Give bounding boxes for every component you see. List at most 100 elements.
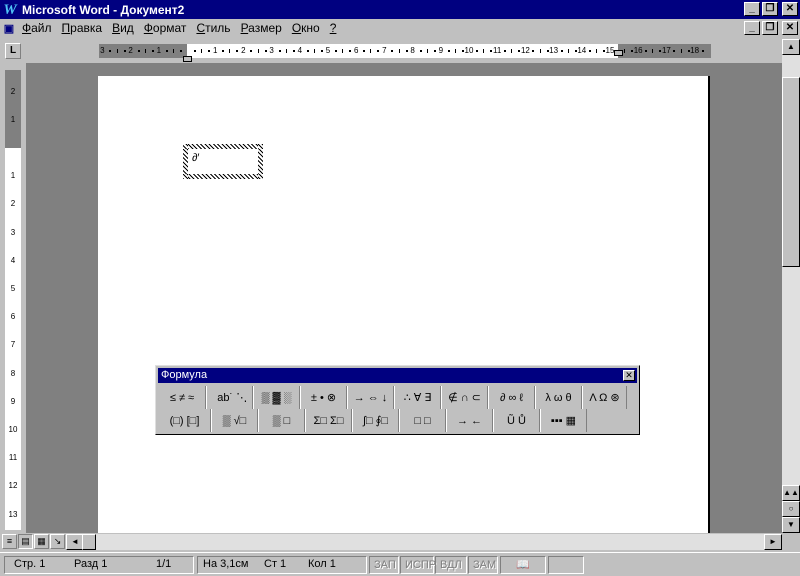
document-icon[interactable]: ▣ xyxy=(1,22,17,36)
greek-upper-palette-button[interactable]: Λ Ω ⊛ xyxy=(582,386,627,409)
hruler-dot xyxy=(595,49,597,53)
status-section: Разд 1 xyxy=(74,558,108,570)
hruler-dot xyxy=(137,50,140,52)
hruler-dot xyxy=(426,49,428,53)
hruler-dot xyxy=(419,50,422,52)
document-page[interactable]: ∂′ xyxy=(98,76,710,533)
formula-toolbar-close-icon[interactable]: ✕ xyxy=(623,370,635,381)
summation-templates-button[interactable]: Σ□ Σ□ xyxy=(305,409,352,432)
status-pages: 1/1 xyxy=(156,558,172,570)
equation-editor-object[interactable]: ∂′ xyxy=(183,144,263,179)
hruler-dot xyxy=(398,49,400,53)
spelling-status-icon[interactable]: 📖 xyxy=(500,556,546,574)
doc-restore-button[interactable]: ❐ xyxy=(762,21,778,35)
formula-toolbar[interactable]: Формула ✕ ≤ ≠ ≈ ab˙ ⋱ ▒ ▓ ░ ± • ⊗ → ⇔ ↓ … xyxy=(155,365,640,435)
hruler-dot xyxy=(511,49,513,53)
vruler-tick-label: 3 xyxy=(10,227,16,237)
master-document-view-button[interactable]: ↘ xyxy=(50,534,65,549)
doc-close-button[interactable]: ✕ xyxy=(782,21,798,35)
operators-palette-button[interactable]: ± • ⊗ xyxy=(300,386,347,409)
subscript-superscript-templates-button[interactable]: ▒ □ xyxy=(258,409,305,432)
hruler-dot xyxy=(349,50,352,52)
left-indent-marker[interactable] xyxy=(183,56,192,62)
hruler-tick-label: 4 xyxy=(297,46,303,55)
vertical-scroll-thumb[interactable] xyxy=(782,77,800,267)
document-workspace[interactable]: ∂′ xyxy=(26,63,782,533)
vruler-tick-label: 12 xyxy=(8,481,18,491)
status-rec[interactable]: ЗАП xyxy=(369,556,399,574)
page-layout-view-button[interactable]: ▤ xyxy=(18,534,33,549)
greek-lower-palette-button[interactable]: λ ω θ xyxy=(535,386,582,409)
spaces-ellipses-palette-button[interactable]: ab˙ ⋱ xyxy=(206,386,253,409)
hruler-dot xyxy=(335,50,338,52)
vruler-tick-label: 11 xyxy=(8,453,18,463)
menu-file[interactable]: Файл xyxy=(17,19,57,38)
hruler-dot xyxy=(588,50,591,52)
right-indent-marker[interactable] xyxy=(614,50,623,56)
menu-format[interactable]: Формат xyxy=(139,19,192,38)
formula-toolbar-title[interactable]: Формула ✕ xyxy=(158,368,637,383)
status-line: Ст 1 xyxy=(264,558,287,570)
status-col: Кол 1 xyxy=(308,558,336,570)
window-title: Microsoft Word - Документ2 xyxy=(22,2,185,17)
hruler-tick-label: 11 xyxy=(493,46,502,55)
title-bar: W Microsoft Word - Документ2 _ ❐ ✕ xyxy=(0,0,800,19)
status-ext[interactable]: ВДЛ xyxy=(435,556,467,574)
hruler-dot xyxy=(306,50,309,52)
outline-view-button[interactable]: ▦ xyxy=(34,534,49,549)
select-browse-object-button[interactable]: ○ xyxy=(782,501,800,517)
minimize-button[interactable]: _ xyxy=(744,2,760,16)
arrow-templates-button[interactable]: → ← xyxy=(446,409,493,432)
bar-templates-button[interactable]: □ □ xyxy=(399,409,446,432)
restore-button[interactable]: ❐ xyxy=(762,2,778,16)
set-theory-palette-button[interactable]: ∉ ∩ ⊂ xyxy=(441,386,488,409)
doc-minimize-button[interactable]: _ xyxy=(744,21,760,35)
product-templates-button[interactable]: Ũ Ů xyxy=(493,409,540,432)
hruler-tick-label: 7 xyxy=(382,46,387,55)
close-button[interactable]: ✕ xyxy=(782,2,798,16)
menu-style[interactable]: Стиль xyxy=(191,19,235,38)
menu-window[interactable]: Окно xyxy=(287,19,325,38)
menu-bar: ▣ Файл Правка Вид Формат Стиль Размер Ок… xyxy=(0,19,800,38)
menu-help[interactable]: ? xyxy=(325,19,342,38)
equation-cursor-slot[interactable]: ∂′ xyxy=(192,152,200,164)
scroll-down-button[interactable]: ▼ xyxy=(782,517,800,533)
fraction-radical-templates-button[interactable]: ▒ √□ xyxy=(211,409,258,432)
hruler-dot xyxy=(574,50,577,52)
hruler-dot xyxy=(483,49,485,53)
vertical-scrollbar[interactable]: ▲ ▼ ▲▲ ○ xyxy=(782,39,800,533)
hruler-dot xyxy=(109,50,112,52)
hruler-dot xyxy=(116,49,118,53)
scroll-right-button[interactable]: ► xyxy=(764,534,782,550)
arrows-palette-button[interactable]: → ⇔ ↓ xyxy=(347,386,394,409)
matrix-templates-button[interactable]: ▪▪▪ ▦ xyxy=(540,409,587,432)
horizontal-scrollbar[interactable]: ◄ ► xyxy=(66,534,782,550)
integral-templates-button[interactable]: ∫□ ∮□ xyxy=(352,409,399,432)
menu-size[interactable]: Размер xyxy=(236,19,287,38)
fence-templates-button[interactable]: (□) [□] xyxy=(159,409,211,432)
hruler-dot xyxy=(144,49,146,53)
relations-palette-button[interactable]: ≤ ≠ ≈ xyxy=(159,386,206,409)
previous-page-button[interactable]: ▲▲ xyxy=(782,485,800,501)
menu-view[interactable]: Вид xyxy=(107,19,139,38)
embellishments-palette-button[interactable]: ▒ ▓ ░ xyxy=(253,386,300,409)
vruler-tick-label: 4 xyxy=(10,255,16,265)
hruler-dot xyxy=(539,49,541,53)
vruler-tick-label: 10 xyxy=(8,425,18,434)
misc-symbols-palette-button[interactable]: ∂ ∞ ℓ xyxy=(488,386,535,409)
word-app-icon[interactable]: W xyxy=(2,2,18,18)
normal-view-button[interactable]: ≡ xyxy=(2,534,17,549)
hruler-tick-label: 12 xyxy=(520,46,530,55)
horizontal-scroll-thumb[interactable] xyxy=(82,534,96,550)
hruler-dot xyxy=(433,50,436,52)
hruler-dot xyxy=(257,49,259,53)
tab-stop-selector[interactable]: L xyxy=(5,43,21,59)
logic-palette-button[interactable]: ∴ ∀ ∃ xyxy=(394,386,441,409)
scroll-up-button[interactable]: ▲ xyxy=(782,39,800,55)
vertical-ruler[interactable]: 2 1 1 2 3 4 5 6 7 8 9 10 11 12 13 xyxy=(5,70,21,530)
hruler-tick-label: 3 xyxy=(269,46,274,55)
status-trk[interactable]: ИСПР xyxy=(400,556,436,574)
status-ovr[interactable]: ЗАМ xyxy=(468,556,498,574)
hruler-dot xyxy=(687,50,690,52)
menu-edit[interactable]: Правка xyxy=(57,19,108,38)
